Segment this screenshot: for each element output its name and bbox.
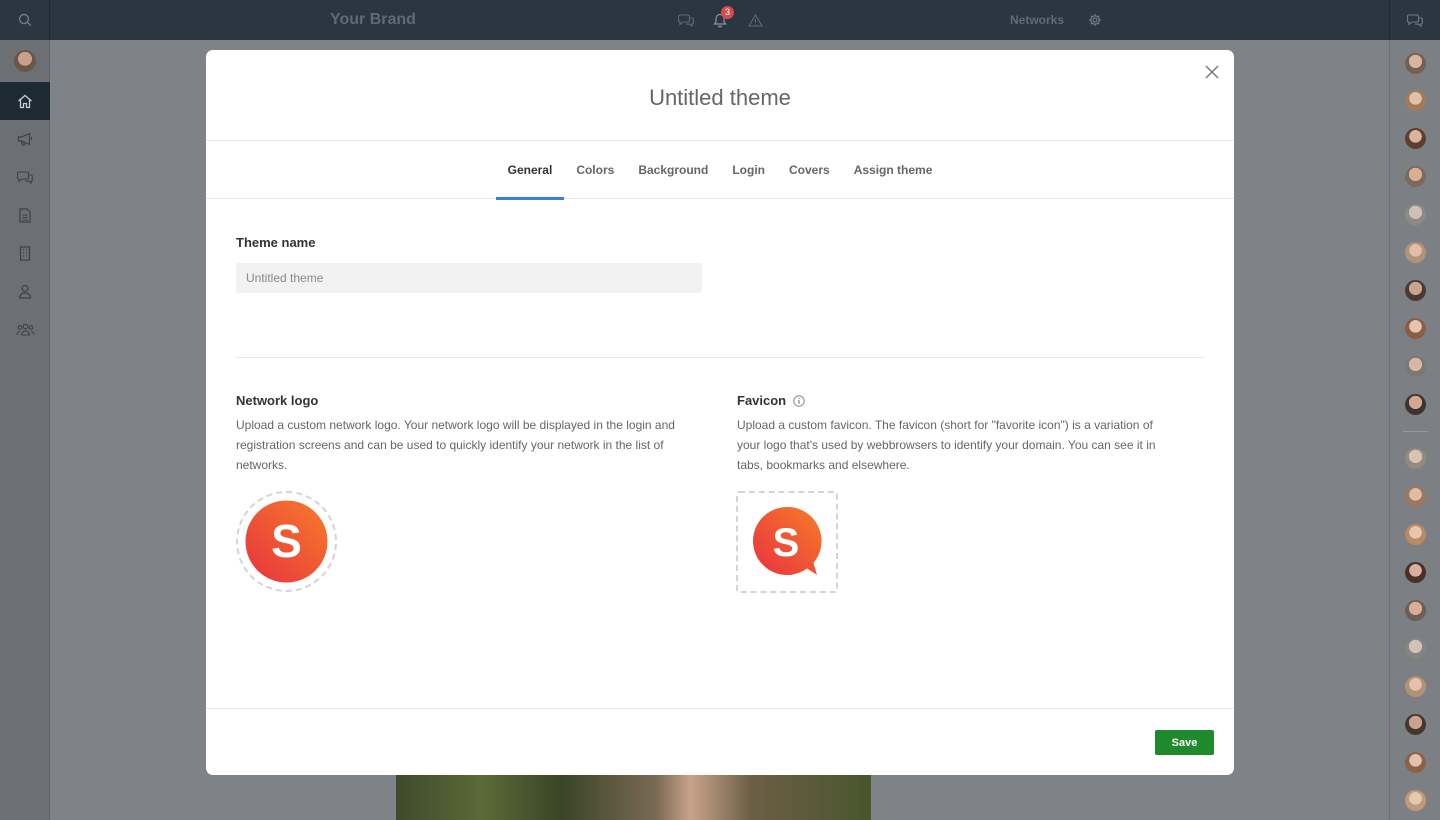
avatar[interactable] — [1405, 394, 1426, 415]
avatar[interactable] — [1405, 356, 1426, 377]
avatar[interactable] — [1405, 318, 1426, 339]
favicon-letter: S — [773, 521, 800, 565]
notifications-button[interactable]: 3 — [705, 0, 735, 40]
tab-assign-theme[interactable]: Assign theme — [842, 141, 945, 199]
sidebar-item-company[interactable] — [0, 234, 50, 272]
avatar — [14, 50, 36, 72]
sidebar-item-messages[interactable] — [0, 158, 50, 196]
sidebar-item-profile[interactable] — [0, 272, 50, 310]
sidebar-item-documents[interactable] — [0, 196, 50, 234]
person-icon — [18, 284, 32, 299]
avatar[interactable] — [1405, 524, 1426, 545]
top-bar: Your Brand 3 Networks — [0, 0, 1440, 40]
document-icon — [19, 207, 31, 223]
avatar[interactable] — [1405, 600, 1426, 621]
network-logo-label: Network logo — [236, 393, 319, 408]
chat-bubbles-icon — [17, 171, 33, 184]
tab-general[interactable]: General — [495, 141, 565, 200]
close-icon[interactable] — [1204, 64, 1220, 80]
group-icon — [15, 323, 35, 336]
tab-covers[interactable]: Covers — [777, 141, 842, 199]
logo-icon: S — [245, 500, 328, 583]
theme-name-label: Theme name — [236, 235, 316, 250]
chat-icon — [1407, 14, 1423, 27]
favicon-description: Upload a custom favicon. The favicon (sh… — [737, 418, 1156, 472]
theme-editor-modal: Untitled theme General Colors Background… — [206, 50, 1234, 775]
networks-link[interactable]: Networks — [1010, 0, 1064, 40]
avatar[interactable] — [1405, 204, 1426, 225]
modal-title: Untitled theme — [649, 85, 791, 110]
gear-icon — [1089, 14, 1101, 26]
search-button[interactable] — [0, 0, 50, 40]
notification-badge: 3 — [721, 6, 734, 19]
avatar[interactable] — [1405, 714, 1426, 735]
avatar[interactable] — [1405, 486, 1426, 507]
warning-icon — [747, 13, 763, 27]
avatar[interactable] — [1405, 752, 1426, 773]
theme-name-input[interactable] — [236, 263, 702, 293]
avatar[interactable] — [1405, 280, 1426, 301]
sidebar-item-announcements[interactable] — [0, 120, 50, 158]
user-avatar-button[interactable] — [0, 40, 50, 82]
sidebar-item-groups[interactable] — [0, 310, 50, 348]
network-logo-description: Upload a custom network logo. Your netwo… — [236, 418, 675, 472]
modal-footer: Save — [206, 708, 1234, 775]
chat-panel-button[interactable] — [1389, 0, 1440, 40]
avatar[interactable] — [1405, 90, 1426, 111]
logo-letter: S — [271, 515, 302, 567]
tab-colors[interactable]: Colors — [564, 141, 626, 199]
alerts-button[interactable] — [740, 0, 770, 40]
avatar[interactable] — [1405, 790, 1426, 811]
messages-button[interactable] — [671, 0, 701, 40]
section-divider — [236, 357, 1204, 358]
right-sidebar — [1389, 40, 1440, 820]
avatar[interactable] — [1405, 242, 1426, 263]
settings-button[interactable] — [1080, 0, 1110, 40]
avatar[interactable] — [1405, 676, 1426, 697]
megaphone-icon — [17, 132, 32, 146]
avatar[interactable] — [1405, 562, 1426, 583]
tab-login[interactable]: Login — [720, 141, 777, 199]
building-icon — [19, 245, 31, 261]
brand-name[interactable]: Your Brand — [330, 0, 416, 40]
favicon-label: Favicon — [737, 393, 787, 408]
save-button[interactable]: Save — [1155, 730, 1214, 755]
favicon-logo-icon: S — [753, 506, 822, 575]
home-icon — [18, 94, 32, 108]
avatar[interactable] — [1405, 638, 1426, 659]
chat-bubbles-icon — [678, 14, 694, 27]
left-sidebar — [0, 40, 50, 820]
avatar[interactable] — [1405, 166, 1426, 187]
avatar[interactable] — [1405, 448, 1426, 469]
tab-background[interactable]: Background — [626, 141, 720, 199]
network-logo-upload[interactable]: S — [236, 491, 337, 592]
sidebar-item-home[interactable] — [0, 82, 50, 120]
search-icon — [18, 13, 31, 27]
info-icon[interactable] — [793, 395, 805, 407]
modal-header: Untitled theme — [206, 50, 1234, 141]
favicon-upload[interactable]: S — [736, 491, 838, 593]
avatar[interactable] — [1405, 128, 1426, 149]
divider — [1403, 431, 1428, 432]
tab-bar: General Colors Background Login Covers A… — [206, 141, 1234, 200]
avatar[interactable] — [1405, 53, 1426, 74]
